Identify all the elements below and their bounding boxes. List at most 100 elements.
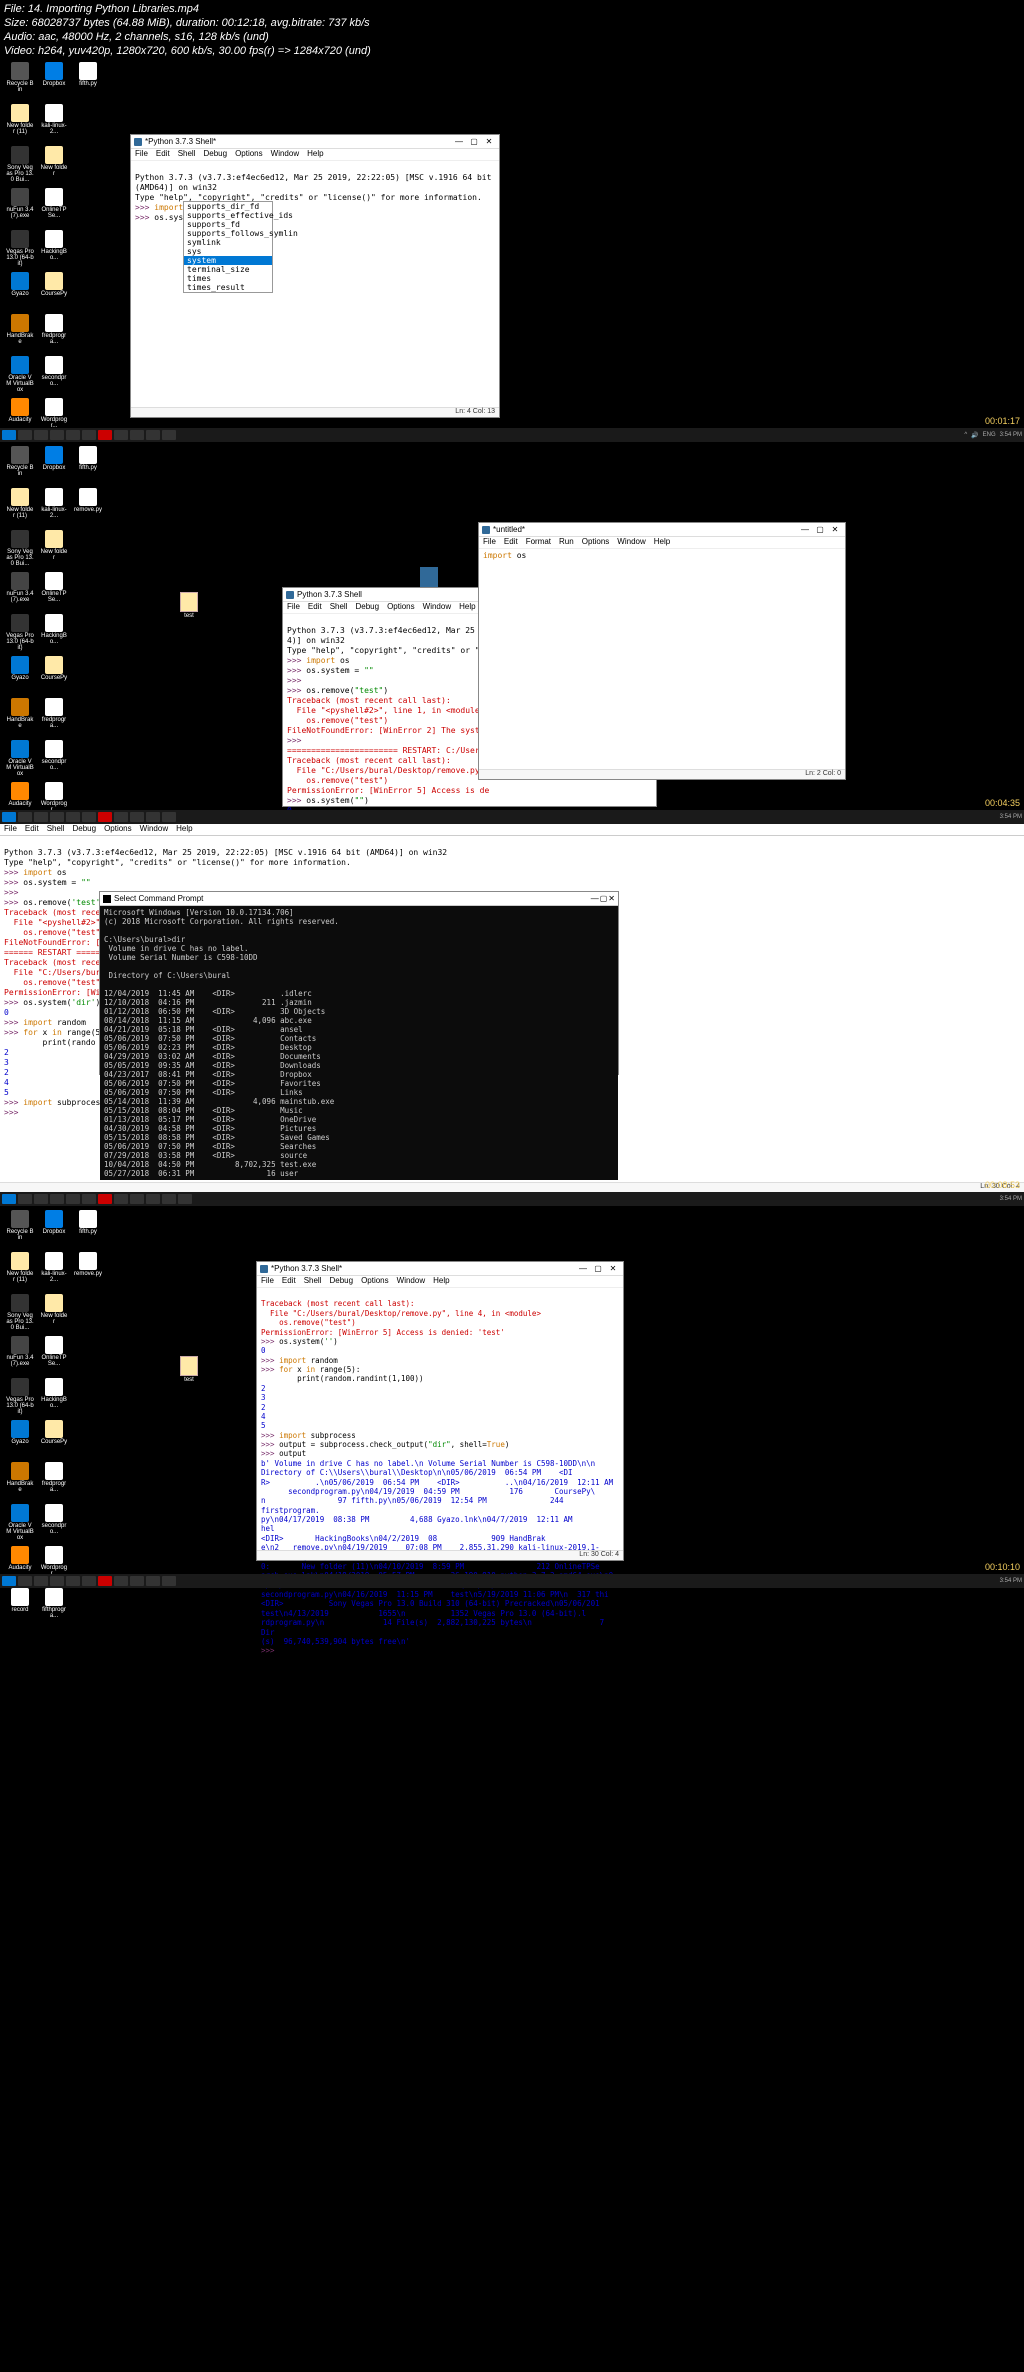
menu-help[interactable]: Help [654, 537, 670, 548]
virtualbox-icon[interactable]: Oracle VM VirtualBox [6, 740, 34, 778]
task-item[interactable] [66, 1194, 80, 1204]
task-chrome[interactable] [82, 430, 96, 440]
onlinetps-icon[interactable]: OnlineTPSe... [40, 572, 68, 610]
kali-linux-icon[interactable]: kali-linux-2... [40, 104, 68, 142]
task-item[interactable] [66, 1576, 80, 1586]
ac-item[interactable]: sys [184, 247, 272, 256]
task-item[interactable] [146, 812, 160, 822]
idle-editor-window[interactable]: *untitled*—▢✕ FileEditFormatRunOptionsWi… [478, 522, 846, 780]
menu-window[interactable]: Window [397, 1276, 425, 1287]
menu-file[interactable]: File [135, 149, 148, 160]
idle-shell-window-4[interactable]: *Python 3.7.3 Shell*—▢✕ File Edit Shell Deb… [256, 1261, 624, 1561]
task-item[interactable] [130, 1194, 144, 1204]
menu-help[interactable]: Help [307, 149, 323, 160]
menu-edit[interactable]: Edit [156, 149, 170, 160]
new-folder2-icon[interactable]: New folder [40, 530, 68, 568]
task-item[interactable] [18, 1194, 32, 1204]
recycle-bin-icon[interactable]: Recycle Bin [6, 62, 34, 100]
autocomplete-popup[interactable]: supports_dir_fd supports_effective_ids s… [183, 201, 273, 293]
menu-debug[interactable]: Debug [329, 1276, 353, 1287]
record-icon[interactable]: record [6, 1588, 34, 1626]
command-prompt-window[interactable]: Select Command Prompt—▢✕ Microsoft Windo… [99, 891, 619, 1075]
new-folder2-icon[interactable]: New folder [40, 1294, 68, 1332]
menu-debug[interactable]: Debug [203, 149, 227, 160]
dropbox-icon[interactable]: Dropbox [40, 1210, 68, 1248]
sony-vegas-icon[interactable]: Sony Vegas Pro 13.0 Bui... [6, 530, 34, 568]
cmd-body[interactable]: Microsoft Windows [Version 10.0.17134.70… [100, 906, 618, 1180]
new-folder-icon[interactable]: New folder (11) [6, 1252, 34, 1290]
menu-debug[interactable]: Debug [72, 824, 96, 835]
menu-file[interactable]: File [287, 602, 300, 613]
virtualbox-icon[interactable]: Oracle VM VirtualBox [6, 356, 34, 394]
secondpro-icon[interactable]: secondpro... [40, 740, 68, 778]
recycle-bin-icon[interactable]: Recycle Bin [6, 1210, 34, 1248]
menu-shell[interactable]: Shell [304, 1276, 322, 1287]
test-folder-icon[interactable]: test [180, 592, 198, 619]
idle-shell-window[interactable]: *Python 3.7.3 Shell* —▢✕ File Edit Shell… [130, 134, 500, 418]
task-item[interactable] [130, 812, 144, 822]
ac-item[interactable]: supports_dir_fd [184, 202, 272, 211]
editor-body[interactable]: import os [479, 549, 845, 563]
start-button[interactable] [2, 1576, 16, 1586]
cmd-titlebar[interactable]: Select Command Prompt—▢✕ [100, 892, 618, 906]
task-item[interactable] [146, 1194, 160, 1204]
secondpro-icon[interactable]: secondpro... [40, 356, 68, 394]
task-item[interactable] [18, 1576, 32, 1586]
task-item[interactable] [82, 812, 96, 822]
task-item[interactable] [98, 1194, 112, 1204]
task-item[interactable] [82, 1194, 96, 1204]
kali-linux-icon[interactable]: kali-linux-2... [40, 488, 68, 526]
taskbar-1[interactable]: ^🔊ENG3:54 PM [0, 428, 1024, 442]
max-button[interactable]: ▢ [591, 1264, 605, 1274]
min-button[interactable]: — [591, 894, 599, 903]
task-item[interactable] [178, 1194, 192, 1204]
menu-edit[interactable]: Edit [282, 1276, 296, 1287]
menu-options[interactable]: Options [235, 149, 263, 160]
menu-options[interactable]: Options [104, 824, 132, 835]
task-explorer[interactable] [50, 430, 64, 440]
task-app[interactable] [146, 430, 160, 440]
idle-titlebar[interactable]: *Python 3.7.3 Shell*—▢✕ [257, 1262, 623, 1276]
hackingbo-icon[interactable]: HackingBo... [40, 1378, 68, 1416]
task-item[interactable] [50, 812, 64, 822]
menu-file[interactable]: File [483, 537, 496, 548]
menu-options[interactable]: Options [361, 1276, 389, 1287]
vegaspro-icon[interactable]: Vegas Pro 13.0 (64-bit) [6, 230, 34, 268]
ac-item[interactable]: supports_effective_ids [184, 211, 272, 220]
task-cortana[interactable] [34, 430, 48, 440]
handbrake-icon[interactable]: HandBrake [6, 698, 34, 736]
max-button[interactable]: ▢ [467, 137, 481, 147]
virtualbox-icon[interactable]: Oracle VM VirtualBox [6, 1504, 34, 1542]
menu-shell[interactable]: Shell [178, 149, 196, 160]
task-item[interactable] [162, 1194, 176, 1204]
fredprogra-icon[interactable]: fredprogra... [40, 698, 68, 736]
coursepy-icon[interactable]: CoursePy [40, 272, 68, 310]
task-app[interactable] [130, 430, 144, 440]
menu-options[interactable]: Options [582, 537, 610, 548]
vegaspro-icon[interactable]: Vegas Pro 13.0 (64-bit) [6, 1378, 34, 1416]
menu-help[interactable]: Help [433, 1276, 449, 1287]
handbrake-icon[interactable]: HandBrake [6, 1462, 34, 1500]
menu-file[interactable]: File [261, 1276, 274, 1287]
gyazo-icon[interactable]: Gyazo [6, 272, 34, 310]
task-item[interactable] [34, 1576, 48, 1586]
menu-shell[interactable]: Shell [330, 602, 348, 613]
task-item[interactable] [34, 1194, 48, 1204]
close-button[interactable]: ✕ [608, 894, 615, 903]
gyazo-icon[interactable]: Gyazo [6, 656, 34, 694]
ac-item[interactable]: supports_follows_symlin [184, 229, 272, 238]
close-button[interactable]: ✕ [606, 1264, 620, 1274]
fifth-py-icon[interactable]: fifth.py [74, 62, 102, 100]
ac-item-selected[interactable]: system [184, 256, 272, 265]
task-item[interactable] [98, 1576, 112, 1586]
menu-edit[interactable]: Edit [308, 602, 322, 613]
menu-options[interactable]: Options [387, 602, 415, 613]
max-button[interactable]: ▢ [600, 894, 608, 903]
task-idle[interactable] [162, 430, 176, 440]
onlinetps-icon[interactable]: OnlineTPSe... [40, 1336, 68, 1374]
fifth-py-icon[interactable]: fifth.py [74, 446, 102, 484]
system-tray[interactable]: 3:54 PM [1000, 1196, 1022, 1202]
menu-window[interactable]: Window [271, 149, 299, 160]
close-button[interactable]: ✕ [828, 525, 842, 535]
menu-shell[interactable]: Shell [47, 824, 65, 835]
